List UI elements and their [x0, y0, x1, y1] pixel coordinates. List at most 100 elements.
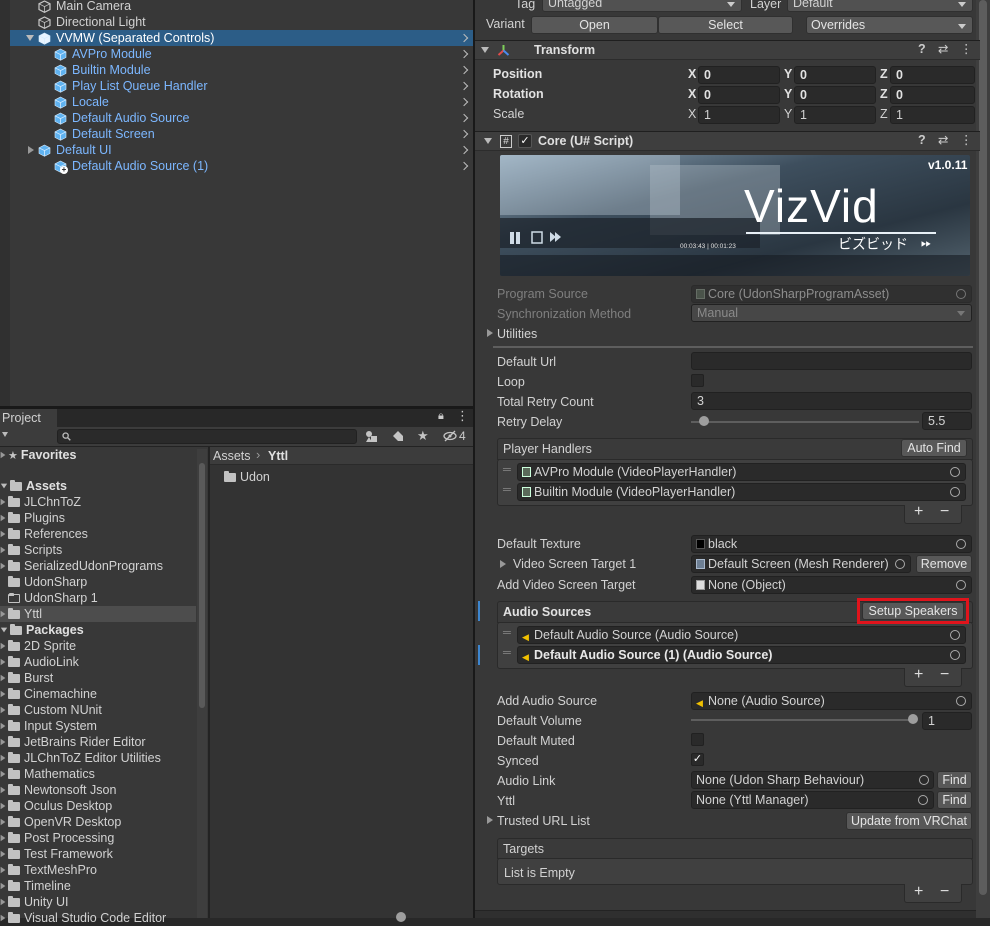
foldout-arrow-icon[interactable]: [0, 546, 6, 554]
foldout-arrow-icon[interactable]: [0, 642, 6, 650]
remove-item-button[interactable]: −: [940, 503, 949, 521]
default-volume-slider-track[interactable]: [691, 719, 913, 721]
tree-item[interactable]: TextMeshPro: [0, 862, 196, 878]
foldout-arrow-icon[interactable]: [0, 690, 6, 698]
object-picker-icon[interactable]: [956, 539, 966, 549]
foldout-arrow-icon[interactable]: [0, 786, 6, 794]
utilities-foldout[interactable]: Utilities: [497, 327, 537, 341]
chevron-right-icon[interactable]: [459, 97, 469, 107]
tree-item[interactable]: References: [0, 526, 196, 542]
hierarchy-item[interactable]: Default Screen: [10, 126, 473, 142]
foldout-arrow-icon[interactable]: [0, 818, 6, 826]
foldout-arrow-icon[interactable]: [0, 898, 6, 906]
tree-item[interactable]: JetBrains Rider Editor: [0, 734, 196, 750]
object-picker-icon[interactable]: [950, 650, 960, 660]
tree-item[interactable]: OpenVR Desktop: [0, 814, 196, 830]
object-picker-icon[interactable]: [895, 559, 905, 569]
tree-item[interactable]: Mathematics: [0, 766, 196, 782]
synced-checkbox[interactable]: ✓: [691, 753, 704, 766]
foldout-arrow-icon[interactable]: [0, 483, 8, 489]
tree-item[interactable]: Custom NUnit: [0, 702, 196, 718]
retry-delay-slider-knob[interactable]: [698, 416, 709, 426]
transform-header[interactable]: Transform ? ⇄ ⋮: [475, 40, 980, 60]
tree-item[interactable]: Visual Studio Code Editor: [0, 910, 196, 926]
default-url-input[interactable]: [691, 352, 972, 370]
tree-item[interactable]: Input System: [0, 718, 196, 734]
tree-item[interactable]: Plugins: [0, 510, 196, 526]
default-texture-field[interactable]: black: [691, 535, 972, 553]
foldout-arrow-icon[interactable]: [0, 738, 6, 746]
hierarchy-item[interactable]: Default UI: [10, 142, 473, 158]
foldout-arrow-icon[interactable]: [487, 816, 493, 824]
audio-source-field[interactable]: ◀ Default Audio Source (1) (Audio Source): [517, 646, 966, 664]
hierarchy-item[interactable]: Directional Light: [10, 14, 473, 30]
hierarchy-item[interactable]: Default Audio Source: [10, 110, 473, 126]
tag-dropdown[interactable]: Untagged: [542, 0, 742, 12]
open-prefab-button[interactable]: Open: [531, 16, 658, 34]
default-volume-slider-knob[interactable]: [908, 714, 918, 724]
transform-scale-y-field[interactable]: 1: [794, 106, 876, 124]
foldout-arrow-icon[interactable]: [0, 627, 8, 633]
foldout-arrow-icon[interactable]: [0, 562, 6, 570]
tree-item[interactable]: Burst: [0, 670, 196, 686]
transform-position-y-field[interactable]: 0: [794, 66, 876, 84]
object-picker-icon[interactable]: [919, 775, 929, 785]
help-icon[interactable]: ?: [918, 133, 926, 147]
presets-icon[interactable]: ⇄: [938, 41, 948, 56]
add-audio-source-field[interactable]: ◀ None (Audio Source): [691, 692, 972, 710]
hierarchy-item[interactable]: Play List Queue Handler: [10, 78, 473, 94]
transform-rotation-z-field[interactable]: 0: [890, 86, 975, 104]
hierarchy-item[interactable]: Builtin Module: [10, 62, 473, 78]
foldout-arrow-icon[interactable]: [0, 754, 6, 762]
update-from-vrchat-button[interactable]: Update from VRChat: [846, 812, 972, 830]
drag-handle-icon[interactable]: ═: [503, 627, 511, 639]
hierarchy-item[interactable]: AVPro Module: [10, 46, 473, 62]
drag-handle-icon[interactable]: ═: [503, 484, 511, 496]
drag-handle-icon[interactable]: ═: [503, 464, 511, 476]
foldout-arrow-icon[interactable]: [0, 834, 6, 842]
favorite-star-icon[interactable]: ★: [417, 428, 429, 444]
foldout-arrow-icon[interactable]: [0, 451, 6, 459]
foldout-arrow-icon[interactable]: [0, 866, 6, 874]
hierarchy-item[interactable]: Locale: [10, 94, 473, 110]
foldout-arrow-icon[interactable]: [0, 610, 6, 618]
tree-item[interactable]: UdonSharp 1: [0, 590, 196, 606]
foldout-arrow-icon[interactable]: [0, 722, 6, 730]
breadcrumb-assets[interactable]: Assets: [213, 449, 251, 463]
foldout-arrow-icon[interactable]: [0, 882, 6, 890]
retry-delay-input[interactable]: 5.5: [922, 412, 972, 430]
tree-item[interactable]: ★ Favorites: [0, 447, 196, 463]
label-tag-icon[interactable]: [391, 430, 403, 442]
remove-item-button[interactable]: −: [940, 883, 949, 901]
tree-item[interactable]: UdonSharp: [0, 574, 196, 590]
chevron-right-icon[interactable]: [459, 113, 469, 123]
foldout-arrow-icon[interactable]: [0, 706, 6, 714]
tree-item[interactable]: Yttl: [0, 606, 196, 622]
tree-item[interactable]: Unity UI: [0, 894, 196, 910]
hierarchy-item[interactable]: Main Camera: [10, 0, 473, 14]
inspector-scrollbar-thumb[interactable]: [979, 0, 987, 895]
transform-rotation-y-field[interactable]: 0: [794, 86, 876, 104]
tree-item[interactable]: Test Framework: [0, 846, 196, 862]
create-dropdown-icon[interactable]: [2, 432, 8, 437]
tree-item[interactable]: Cinemachine: [0, 686, 196, 702]
tree-item[interactable]: AudioLink: [0, 654, 196, 670]
kebab-menu-icon[interactable]: ⋮: [456, 409, 469, 422]
add-item-button[interactable]: +: [914, 883, 923, 901]
loop-checkbox[interactable]: [691, 374, 704, 387]
foldout-arrow-icon[interactable]: [481, 47, 489, 53]
zoom-slider-knob[interactable]: [396, 912, 406, 922]
object-picker-icon[interactable]: [956, 696, 966, 706]
transform-rotation-x-field[interactable]: 0: [698, 86, 780, 104]
player-handler-field[interactable]: Builtin Module (VideoPlayerHandler): [517, 483, 966, 501]
video-screen-target-label[interactable]: Video Screen Target 1: [513, 557, 636, 571]
help-icon[interactable]: ?: [918, 42, 926, 56]
chevron-right-icon[interactable]: [459, 161, 469, 171]
audio-source-field[interactable]: ◀ Default Audio Source (Audio Source): [517, 626, 966, 644]
tree-item[interactable]: Newtonsoft Json: [0, 782, 196, 798]
tree-item[interactable]: JLChnToZ Editor Utilities: [0, 750, 196, 766]
audio-link-field[interactable]: None (Udon Sharp Behaviour): [691, 771, 934, 789]
foldout-arrow-icon[interactable]: [0, 770, 6, 778]
trusted-url-foldout[interactable]: Trusted URL List: [497, 814, 590, 828]
drag-handle-icon[interactable]: ═: [503, 647, 511, 659]
